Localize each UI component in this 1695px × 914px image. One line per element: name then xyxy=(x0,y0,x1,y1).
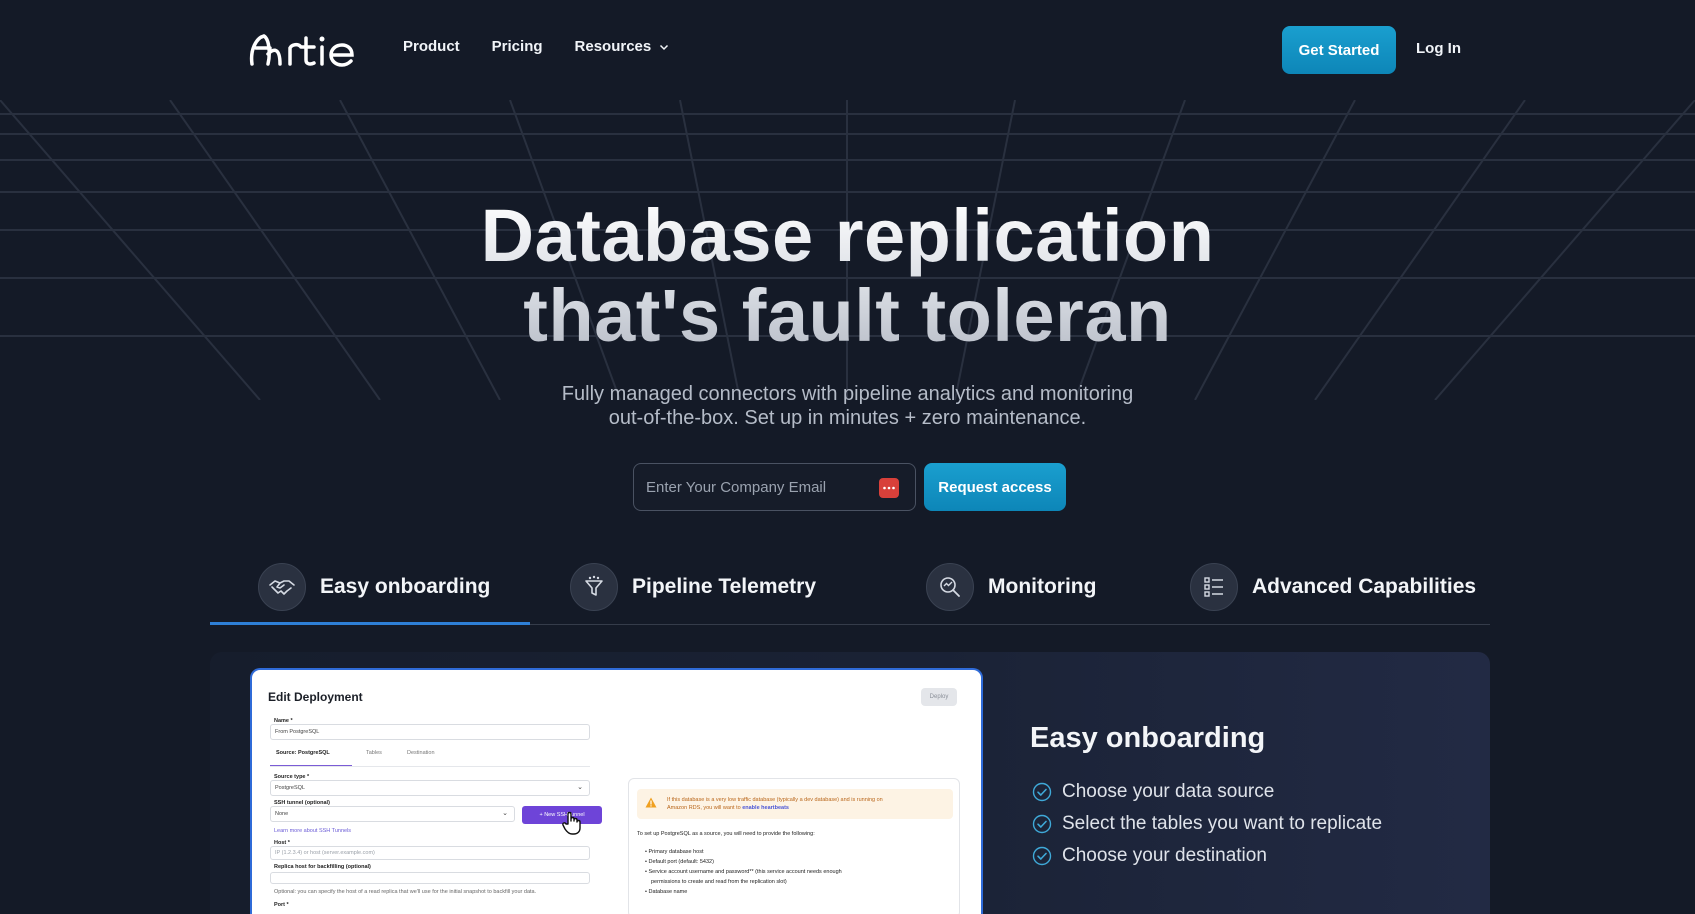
feature-list-item: Select the tables you want to replicate xyxy=(1032,808,1382,840)
log-in-link[interactable]: Log In xyxy=(1416,40,1461,57)
nav-pricing[interactable]: Pricing xyxy=(492,38,543,55)
screenshot-replica-note: Optional: you can specify the host of a … xyxy=(274,889,537,895)
hero-title-line1: Database replication xyxy=(480,194,1215,277)
tab-easy-onboarding[interactable]: Easy onboarding xyxy=(258,560,490,625)
list-icon xyxy=(1190,562,1238,611)
tab-advanced-capabilities[interactable]: Advanced Capabilities xyxy=(1190,560,1476,625)
screenshot-name-field: From PostgreSQL xyxy=(270,724,590,740)
hero-title-line2: that's fault toleran xyxy=(523,274,1172,357)
hero-subtitle: Fully managed connectors with pipeline a… xyxy=(0,382,1695,430)
screenshot-ssh-chevron-icon: ⌄ xyxy=(502,810,508,817)
screenshot-source-type-select: PostgreSQL ⌄ xyxy=(270,780,590,796)
artie-logo-mark xyxy=(249,34,354,67)
screenshot-port-label: Port * xyxy=(274,902,289,908)
handshake-icon xyxy=(258,562,306,611)
screenshot-setup-item-3b: permissions to create and read from the … xyxy=(651,879,787,885)
screenshot-warning-line1: If this database is a very low traffic d… xyxy=(667,797,883,803)
tab-advanced-capabilities-label: Advanced Capabilities xyxy=(1252,574,1477,598)
get-started-button[interactable]: Get Started xyxy=(1282,26,1396,74)
hero-subtitle-line1: Fully managed connectors with pipeline a… xyxy=(561,383,1134,405)
check-circle-icon xyxy=(1032,782,1052,802)
screenshot-info-card: If this database is a very low traffic d… xyxy=(628,778,960,914)
screenshot-setup-item-2: • Default port (default: 5432) xyxy=(645,859,714,865)
screenshot-setup-item-4: • Database name xyxy=(645,889,688,895)
screenshot-source-chevron-icon: ⌄ xyxy=(577,784,583,791)
feature-list-item-label: Choose your destination xyxy=(1062,845,1267,866)
nav-resources-label: Resources xyxy=(574,38,652,55)
screenshot-warning-line2: Amazon RDS, you will want to xyxy=(667,805,741,811)
tab-monitoring[interactable]: Monitoring xyxy=(926,560,1096,625)
password-manager-icon[interactable] xyxy=(879,478,899,498)
chevron-down-icon xyxy=(660,44,669,50)
main-nav: Product Pricing Resources xyxy=(403,38,669,55)
screenshot-subtab-divider xyxy=(270,766,590,767)
screenshot-ssh-value: None xyxy=(275,811,289,817)
funnel-icon xyxy=(570,562,618,611)
hero-title: Database replication that's fault tolera… xyxy=(0,196,1695,356)
screenshot-host-placeholder: IP (1.2.3.4) or host (server.example.com… xyxy=(275,850,375,856)
artie-logo[interactable] xyxy=(246,30,358,70)
screenshot-setup-item-3: • Service account username and password*… xyxy=(645,869,842,875)
company-email-input[interactable] xyxy=(634,464,864,510)
screenshot-replica-label: Replica host for backfilling (optional) xyxy=(274,864,371,870)
screenshot-warning: If this database is a very low traffic d… xyxy=(637,789,953,819)
check-circle-icon xyxy=(1032,846,1052,866)
product-screenshot: Edit Deployment Deploy Name * From Postg… xyxy=(250,668,983,914)
screenshot-subtab-tables: Tables xyxy=(366,750,382,756)
nav-resources[interactable]: Resources xyxy=(575,38,670,55)
feature-tabs: Easy onboarding Pipeline Telemetry Monit… xyxy=(210,560,1490,625)
feature-list-item-label: Select the tables you want to replicate xyxy=(1062,813,1383,834)
screenshot-warning-link: enable heartbeats xyxy=(742,805,789,811)
screenshot-subtab-destination: Destination xyxy=(407,750,435,756)
tab-pipeline-telemetry-label: Pipeline Telemetry xyxy=(632,574,817,598)
tab-pipeline-telemetry[interactable]: Pipeline Telemetry xyxy=(570,560,816,625)
site-header: Product Pricing Resources Get Started Lo… xyxy=(0,0,1695,100)
screenshot-title: Edit Deployment xyxy=(268,690,363,704)
screenshot-ssh-select: None ⌄ xyxy=(270,806,515,822)
screenshot-ssh-link: Learn more about SSH Tunnels xyxy=(274,828,352,834)
email-field-wrapper xyxy=(633,463,916,511)
feature-list-item: Choose your destination xyxy=(1032,840,1382,872)
feature-list: Choose your data source Select the table… xyxy=(1032,776,1382,872)
screenshot-setup-intro: To set up PostgreSQL as a source, you wi… xyxy=(637,831,815,837)
check-circle-icon xyxy=(1032,814,1052,834)
screenshot-setup-item-1: • Primary database host xyxy=(645,849,704,855)
feature-list-item: Choose your data source xyxy=(1032,776,1382,808)
hero-subtitle-line2: out-of-the-box. Set up in minutes + zero… xyxy=(608,407,1087,429)
screenshot-warning-text: If this database is a very low traffic d… xyxy=(667,796,883,812)
screenshot-source-type-value: PostgreSQL xyxy=(275,785,305,791)
screenshot-host-field: IP (1.2.3.4) or host (server.example.com… xyxy=(270,846,590,860)
screenshot-deploy-button: Deploy xyxy=(921,688,957,706)
request-access-button[interactable]: Request access xyxy=(924,463,1066,511)
screenshot-replica-field xyxy=(270,872,590,884)
hand-cursor-icon xyxy=(560,810,586,841)
feature-panel-title: Easy onboarding xyxy=(1030,722,1266,754)
tab-easy-onboarding-label: Easy onboarding xyxy=(320,574,491,598)
tab-monitoring-label: Monitoring xyxy=(988,574,1097,598)
nav-product[interactable]: Product xyxy=(403,38,460,55)
screenshot-name-value: From PostgreSQL xyxy=(275,729,320,735)
warning-icon xyxy=(645,797,657,808)
magnifier-chart-icon xyxy=(926,562,974,611)
screenshot-subtab-source: Source: PostgreSQL xyxy=(276,750,330,756)
feature-list-item-label: Choose your data source xyxy=(1062,781,1275,802)
active-tab-indicator xyxy=(210,622,530,625)
